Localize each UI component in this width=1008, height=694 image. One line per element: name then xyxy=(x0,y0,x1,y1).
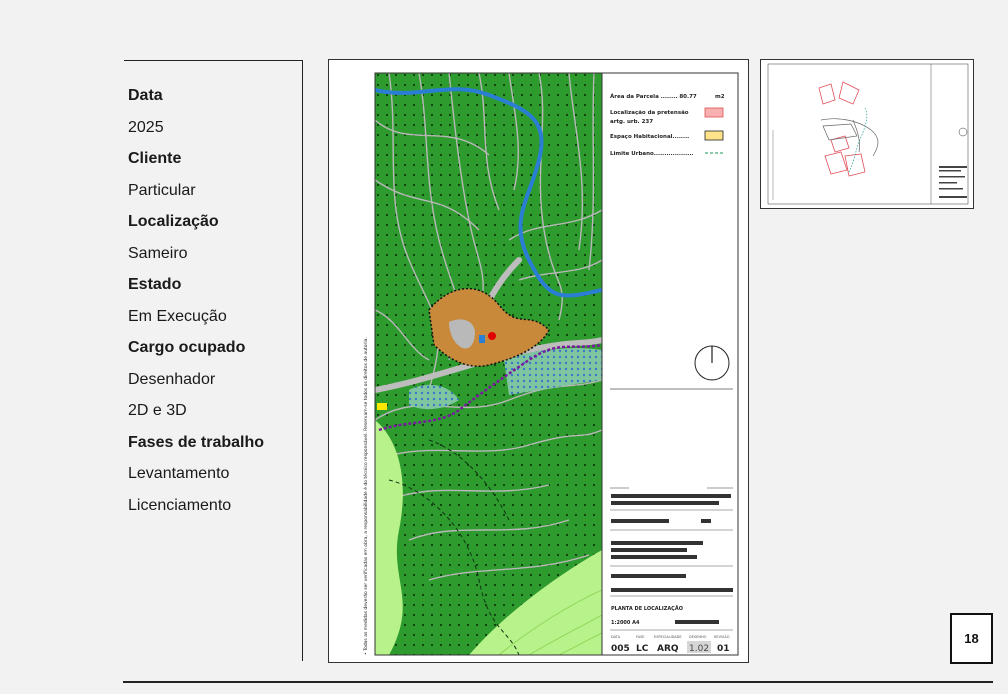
legend-area-label: Área da Parcela ........ 80.77 xyxy=(610,93,697,100)
svg-text:REVISÃO: REVISÃO xyxy=(714,634,730,639)
info-label-client: Cliente xyxy=(128,150,182,167)
legend-habitation-swatch xyxy=(704,130,724,141)
info-value-date: 2025 xyxy=(128,118,164,136)
drawing-scale: 1:2000 A4 xyxy=(611,620,640,626)
thumbnail-drawing xyxy=(767,63,969,205)
map-area xyxy=(375,73,602,655)
legend-location-swatch xyxy=(704,107,724,118)
svg-text:ESPECIALIDADE: ESPECIALIDADE xyxy=(654,635,682,639)
bottom-divider xyxy=(123,681,993,683)
code-date: 005 xyxy=(611,644,630,654)
svg-text:• Todas as medidas deverão ser: • Todas as medidas deverão ser verificad… xyxy=(362,337,369,655)
north-arrow-icon xyxy=(694,345,730,381)
svg-text:FASE: FASE xyxy=(636,635,645,639)
info-value-role-2: 2D e 3D xyxy=(128,402,187,419)
info-label-date: Data xyxy=(128,87,163,104)
info-label-role: Cargo ocupado xyxy=(128,339,246,356)
info-value-role: Desenhador xyxy=(128,370,216,388)
info-value-phase-1: Levantamento xyxy=(128,465,230,482)
info-value-status: Em Execução xyxy=(128,307,227,325)
info-label-location: Localização xyxy=(128,213,219,230)
info-label-phases: Fases de trabalho xyxy=(128,433,265,451)
info-label-status: Estado xyxy=(128,276,182,293)
location-plan-sheet[interactable]: • Todas as medidas deverão ser verificad… xyxy=(328,59,749,663)
sheet-thumbnail[interactable] xyxy=(760,59,974,209)
code-specialty: ARQ xyxy=(657,644,679,654)
info-value-location: Sameiro xyxy=(128,244,188,262)
legend-location-sub: artg. urb. 237 xyxy=(610,119,653,125)
legend-location-label: Localização da pretensão xyxy=(610,110,689,116)
legend-habitation-label: Espaço Habitacional........ xyxy=(610,134,689,140)
svg-text:DESENHO: DESENHO xyxy=(689,635,707,639)
legend-area-unit: m2 xyxy=(715,94,725,100)
code-drawing: 1.02 xyxy=(689,644,709,654)
location-plan-drawing: • Todas as medidas deverão ser verificad… xyxy=(362,72,739,656)
legend-urban-limit-label: Limite Urbano................... xyxy=(610,151,694,157)
page-number: 18 xyxy=(950,613,993,664)
info-value-phase-2: Licenciamento xyxy=(128,496,232,514)
project-info-panel: Data 2025 Cliente Particular Localização… xyxy=(124,60,303,661)
code-revision: 01 xyxy=(717,644,730,654)
svg-text:DATA: DATA xyxy=(611,635,621,639)
info-value-client: Particular xyxy=(128,181,196,199)
code-phase: LC xyxy=(636,644,649,654)
drawing-title: PLANTA DE LOCALIZAÇÃO xyxy=(611,605,683,612)
